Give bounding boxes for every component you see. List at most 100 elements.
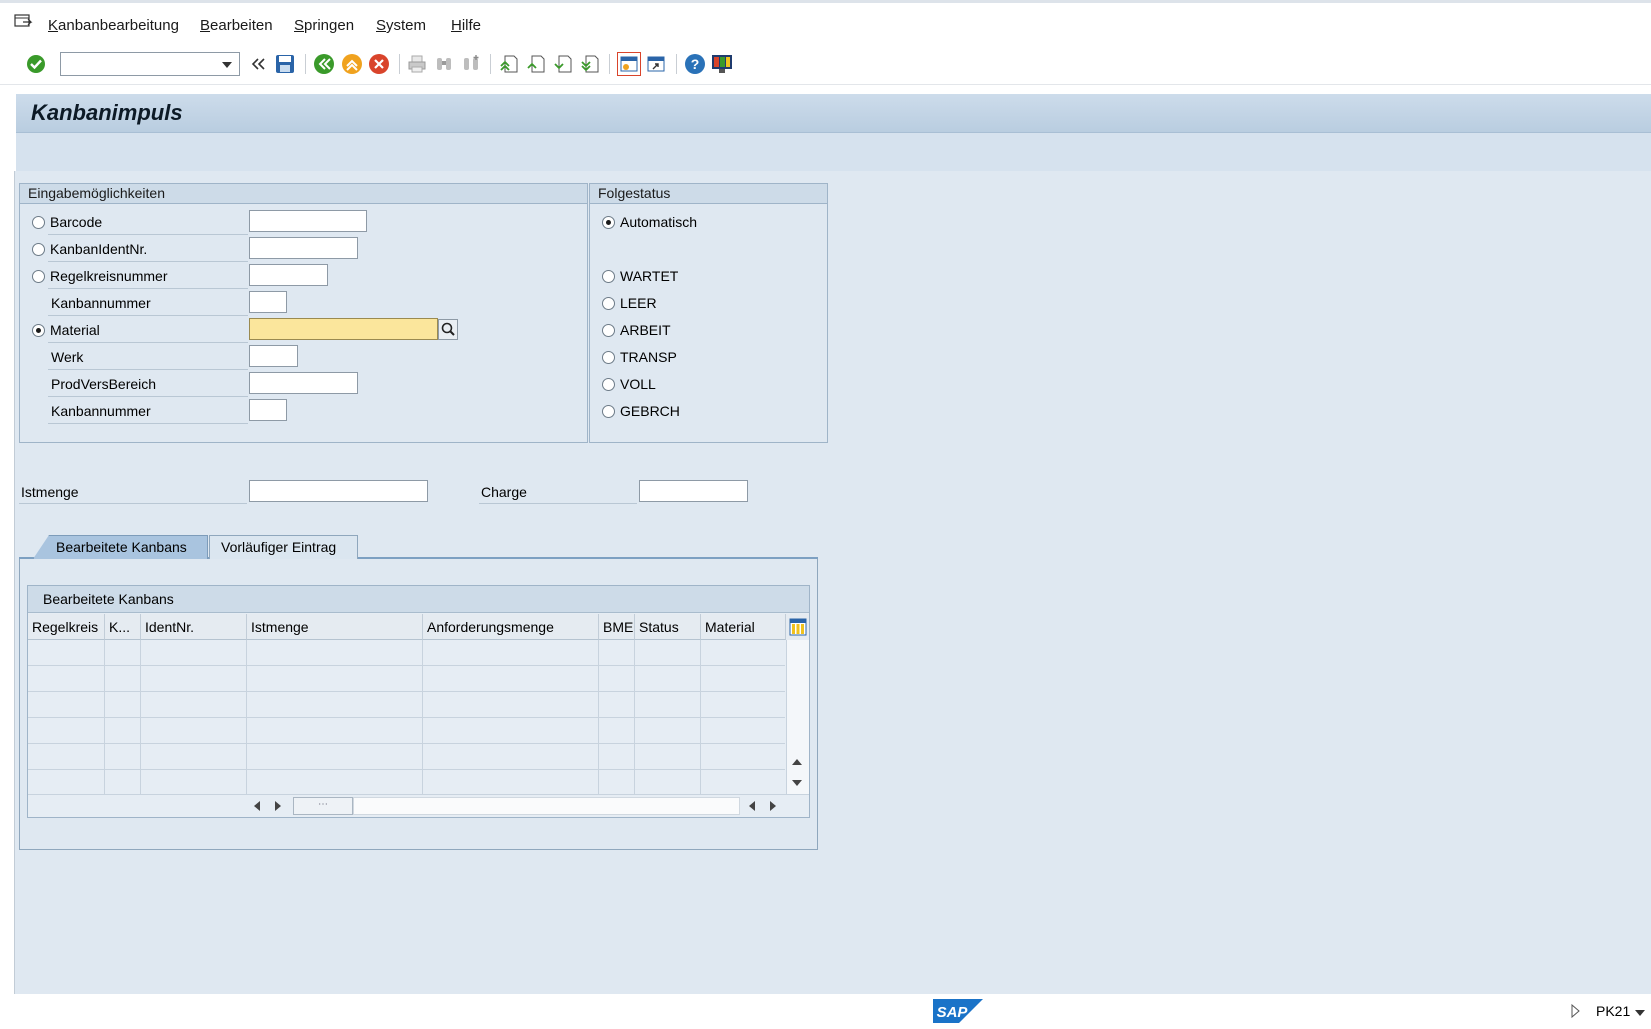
group-header: Eingabemöglichkeiten [20,184,587,204]
label-istmenge: Istmenge [21,484,79,500]
page-title: Kanbanimpuls [31,100,183,125]
chevron-down-icon[interactable] [1634,1005,1646,1016]
toolbar-separator [305,54,306,74]
row-divider [48,396,248,397]
create-shortcut-icon[interactable] [644,52,668,76]
material-field[interactable] [249,318,438,340]
scroll-right-icon[interactable] [272,799,284,813]
exit-icon[interactable] [340,52,364,76]
customize-layout-icon[interactable] [710,52,734,76]
prodversbereich-field[interactable] [249,372,358,394]
previous-page-icon[interactable] [524,52,548,76]
menu-bearbeiten[interactable]: Bearbeiten [200,17,273,34]
column-header-status[interactable]: Status [635,614,701,640]
menu-springen[interactable]: Springen [294,17,354,34]
menu-kanbanbearbeitung[interactable]: Kanbanbearbeitung [48,17,179,34]
table-row[interactable] [28,769,785,770]
werk-field[interactable] [249,345,298,367]
scroll-track[interactable] [353,797,740,815]
svg-text:?: ? [691,56,700,72]
radio-voll[interactable] [602,378,615,391]
kanbannummer-2-field[interactable] [249,399,287,421]
radio-wartet[interactable] [602,270,615,283]
column-header-bme[interactable]: BME [599,614,635,640]
help-icon[interactable]: ? [683,52,707,76]
radio-leer[interactable] [602,297,615,310]
column-header-material[interactable]: Material [701,614,786,640]
istmenge-field[interactable] [249,480,428,502]
table-row[interactable] [28,717,785,718]
vertical-scrollbar[interactable] [786,640,809,794]
table-row[interactable] [28,665,785,666]
tab-bearbeitete-kanbans[interactable]: Bearbeitete Kanbans [33,535,208,559]
scroll-left-icon[interactable] [746,799,758,813]
cancel-icon[interactable] [367,52,391,76]
command-field[interactable] [60,52,240,76]
radio-transp[interactable] [602,351,615,364]
column-header-regelkreis[interactable]: Regelkreis [28,614,105,640]
column-settings-icon[interactable] [786,614,809,641]
scroll-thumb[interactable]: ⋯ [293,797,353,815]
next-page-icon[interactable] [551,52,575,76]
scroll-left-icon[interactable] [251,799,263,813]
scroll-up-icon[interactable] [790,755,804,767]
charge-field[interactable] [639,480,748,502]
find-next-icon[interactable] [459,52,483,76]
menu-system[interactable]: System [376,17,426,34]
toolbar-separator [609,54,610,74]
label-arbeit: ARBEIT [620,322,671,338]
kanban-ident-field[interactable] [249,237,358,259]
row-divider [48,261,248,262]
toolbar-separator [399,54,400,74]
save-icon[interactable] [273,52,297,76]
label-automatisch: Automatisch [620,214,698,230]
first-page-icon[interactable] [497,52,521,76]
kanbannummer-field[interactable] [249,291,287,313]
label-charge: Charge [481,484,527,500]
column-header-identnr[interactable]: IdentNr. [141,614,247,640]
row-divider [19,503,247,504]
radio-arbeit[interactable] [602,324,615,337]
radio-gebrch[interactable] [602,405,615,418]
column-divider [104,640,105,794]
row-divider [48,423,248,424]
command-dropdown-icon[interactable] [220,58,234,70]
radio-barcode[interactable] [32,216,45,229]
column-header-istmenge[interactable]: Istmenge [247,614,423,640]
barcode-field[interactable] [249,210,367,232]
row-divider [48,288,248,289]
label-regelkreisnummer: Regelkreisnummer [50,268,168,284]
svg-text:SAP: SAP [937,1004,969,1021]
collapse-toolbar-icon[interactable] [246,52,270,76]
radio-regelkreisnummer[interactable] [32,270,45,283]
print-icon[interactable] [405,52,429,76]
column-divider [140,640,141,794]
column-header-anforderungsmenge[interactable]: Anforderungsmenge [423,614,599,640]
back-icon[interactable] [312,52,336,76]
row-divider [479,503,637,504]
enter-check-icon[interactable] [24,52,48,76]
last-page-icon[interactable] [578,52,602,76]
label-barcode: Barcode [50,214,103,230]
sap-logo: SAP [933,999,983,1023]
radio-material[interactable] [32,324,45,337]
column-header-k[interactable]: K... [105,614,141,640]
tab-vorlaeufiger-eintrag[interactable]: Vorläufiger Eintrag [209,535,358,559]
label-prodversbereich: ProdVersBereich [51,376,157,392]
value-help-icon[interactable] [438,319,458,340]
menu-icon[interactable] [14,13,34,29]
regelkreisnummer-field[interactable] [249,264,328,286]
transaction-code: PK21 [1596,1003,1631,1019]
scroll-right-icon[interactable] [767,799,779,813]
radio-kanban-ident[interactable] [32,243,45,256]
status-expand-icon[interactable] [1569,1003,1581,1019]
scroll-down-icon[interactable] [790,776,804,788]
menu-hilfe[interactable]: Hilfe [451,17,481,34]
new-session-icon[interactable] [617,52,641,76]
label-material: Material [50,322,100,338]
table-row[interactable] [28,691,785,692]
table-row[interactable] [28,743,785,744]
label-voll: VOLL [620,376,656,392]
find-icon[interactable] [432,52,456,76]
radio-automatisch[interactable] [602,216,615,229]
